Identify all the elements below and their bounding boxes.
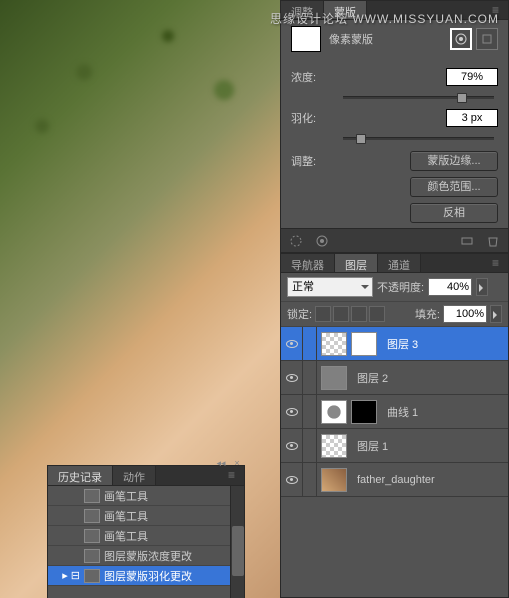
lock-all-icon[interactable] [369,306,385,322]
layer-name[interactable]: 图层 1 [351,438,388,454]
visibility-icon[interactable] [286,340,298,348]
layer-name[interactable]: 曲线 1 [381,404,418,420]
layer-row[interactable]: 图层 2 [281,361,508,395]
opacity-label: 不透明度: [377,279,424,295]
mask-panel-footer [281,228,508,252]
panel-menu-icon[interactable] [228,468,242,482]
layer-name[interactable]: 图层 3 [381,336,418,352]
opacity-flyout-icon[interactable] [476,278,488,296]
brush-icon [84,529,100,543]
feather-input[interactable]: 3 px [446,109,498,127]
tab-actions[interactable]: 动作 [113,466,156,485]
history-item-label: 画笔工具 [104,528,148,544]
layer-thumb[interactable] [321,332,347,356]
load-selection-icon[interactable] [289,234,303,248]
history-panel: ◂◂× 历史记录 动作 画笔工具 画笔工具 画笔工具 图层蒙版浓度更改 ▸ ⊟图… [47,465,245,598]
density-label: 浓度: [291,69,341,85]
mask-panel: 调整 蒙版 像素蒙版 浓度: 79% 羽化: 3 px 调整: 蒙版边缘... … [280,0,509,253]
lock-transparency-icon[interactable] [315,306,331,322]
layer-row[interactable]: 图层 1 [281,429,508,463]
history-item[interactable]: 图层蒙版浓度更改 [48,546,244,566]
fill-flyout-icon[interactable] [490,305,502,323]
lock-label: 锁定: [287,306,312,322]
mask-density-icon [84,549,100,563]
layer-thumb[interactable] [321,468,347,492]
panel-menu-icon[interactable] [492,256,506,270]
history-item-label: 画笔工具 [104,488,148,504]
brush-icon [84,509,100,523]
history-scrollbar[interactable] [230,486,244,598]
layer-name[interactable]: 图层 2 [351,370,388,386]
layers-panel-tabs: 导航器 图层 通道 [281,254,508,273]
delete-mask-icon[interactable] [486,234,500,248]
watermark-text: 思缘设计论坛 WWW.MISSYUAN.COM [270,10,499,27]
mask-thumbnail[interactable] [291,26,321,52]
opacity-input[interactable]: 40% [428,278,472,296]
layer-row[interactable]: 图层 3 [281,327,508,361]
feather-slider[interactable] [343,137,494,140]
mask-thumb[interactable] [351,400,377,424]
layer-name[interactable]: father_daughter [351,474,435,486]
mask-edge-button[interactable]: 蒙版边缘... [410,151,498,171]
mask-feather-icon [84,569,100,583]
history-item[interactable]: ▸ ⊟图层蒙版羽化更改 [48,566,244,586]
adjustment-icon[interactable] [321,400,347,424]
tab-history[interactable]: 历史记录 [48,466,113,485]
history-item-label: 画笔工具 [104,508,148,524]
vector-mask-icon[interactable] [476,28,498,50]
history-item[interactable]: 画笔工具 [48,526,244,546]
history-item-label: 图层蒙版浓度更改 [104,548,192,564]
pixel-mask-icon[interactable] [450,28,472,50]
disable-mask-icon[interactable] [460,234,474,248]
layer-row[interactable]: 曲线 1 [281,395,508,429]
layer-thumb[interactable] [321,366,347,390]
layer-thumb[interactable] [321,434,347,458]
tab-channels[interactable]: 通道 [378,254,421,272]
history-item-label: 图层蒙版羽化更改 [104,568,192,584]
apply-mask-icon[interactable] [315,234,329,248]
fill-label: 填充: [415,306,440,322]
layers-list: 图层 3 图层 2 曲线 1 图层 1 father_daughter [281,327,508,559]
layer-row[interactable]: father_daughter [281,463,508,497]
history-tabs: 历史记录 动作 [48,466,244,486]
layers-panel: 导航器 图层 通道 正常 不透明度: 40% 锁定: 填充: 100% 图层 3 [280,253,509,598]
invert-button[interactable]: 反相 [410,203,498,223]
collapse-icon[interactable]: ◂◂ [214,458,228,468]
history-item[interactable]: 画笔工具 [48,506,244,526]
color-range-button[interactable]: 颜色范围... [410,177,498,197]
density-slider[interactable] [343,96,494,99]
fill-input[interactable]: 100% [443,305,487,323]
feather-label: 羽化: [291,110,341,126]
close-icon[interactable]: × [230,458,244,468]
lock-position-icon[interactable] [351,306,367,322]
adjust-label: 调整: [291,153,316,169]
brush-icon [84,489,100,503]
history-item[interactable]: 画笔工具 [48,486,244,506]
visibility-icon[interactable] [286,408,298,416]
blend-mode-select[interactable]: 正常 [287,277,373,297]
mask-thumb[interactable] [351,332,377,356]
density-input[interactable]: 79% [446,68,498,86]
history-list: 画笔工具 画笔工具 画笔工具 图层蒙版浓度更改 ▸ ⊟图层蒙版羽化更改 [48,486,244,598]
mask-type-label: 像素蒙版 [329,31,373,47]
visibility-icon[interactable] [286,476,298,484]
visibility-icon[interactable] [286,374,298,382]
tab-navigator[interactable]: 导航器 [281,254,335,272]
visibility-icon[interactable] [286,442,298,450]
lock-pixels-icon[interactable] [333,306,349,322]
tab-layers[interactable]: 图层 [335,254,378,272]
